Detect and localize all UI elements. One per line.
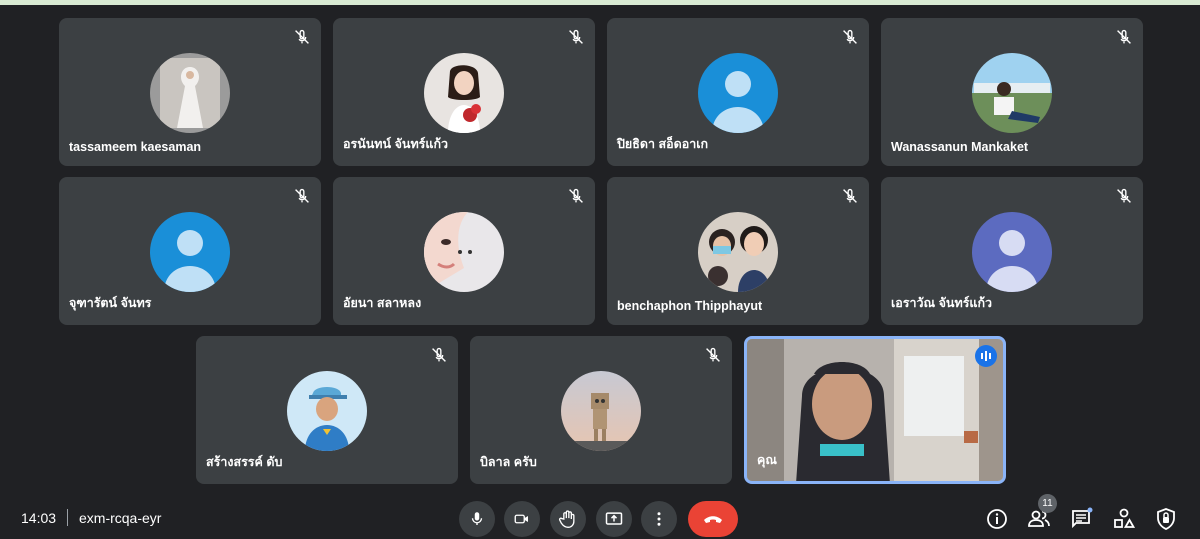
participant-tile[interactable]: tassameem kaesaman xyxy=(59,18,321,166)
chat-icon[interactable] xyxy=(1069,507,1093,531)
mic-off-icon xyxy=(432,347,446,362)
default-avatar-icon xyxy=(698,53,778,133)
participant-name: สร้างสรรค์ ดับ xyxy=(206,455,283,469)
raise-hand-icon xyxy=(558,510,575,529)
participant-name: เอราวัณ จันทร์แก้ว xyxy=(891,296,993,310)
participant-tile[interactable]: ปิยธิดา สอ็ดอาเก xyxy=(607,18,869,166)
separator xyxy=(67,509,68,526)
present-button[interactable] xyxy=(596,501,632,537)
avatar xyxy=(424,212,504,292)
raise-hand-button[interactable] xyxy=(550,501,586,537)
bottom-toolbar: 14:03 exm-rcqa-eyr 11 xyxy=(0,494,1200,539)
participant-tile[interactable]: อัยนา สลาหลง xyxy=(333,177,595,325)
default-avatar-icon xyxy=(972,212,1052,292)
more-options-button[interactable] xyxy=(641,501,677,537)
mic-off-icon xyxy=(1117,188,1131,203)
leave-call-button[interactable] xyxy=(688,501,738,537)
more-options-icon xyxy=(657,512,661,526)
participant-tile[interactable]: บิลาล ครับ xyxy=(470,336,732,484)
mic-off-icon xyxy=(569,29,583,44)
mic-off-icon xyxy=(569,188,583,203)
participant-tile[interactable]: สร้างสรรค์ ดับ xyxy=(196,336,458,484)
participant-tile[interactable]: เอราวัณ จันทร์แก้ว xyxy=(881,177,1143,325)
host-controls-icon[interactable] xyxy=(1154,507,1178,531)
avatar xyxy=(424,53,504,133)
mic-off-icon xyxy=(1117,29,1131,44)
participant-tile[interactable]: benchaphon Thipphayut xyxy=(607,177,869,325)
participant-name: จุฑารัตน์ จันทร xyxy=(69,296,152,310)
avatar xyxy=(972,53,1052,133)
activities-icon[interactable] xyxy=(1112,507,1136,531)
participant-name: tassameem kaesaman xyxy=(69,140,202,154)
participant-name: ปิยธิดา สอ็ดอาเก xyxy=(617,137,709,151)
mic-off-icon xyxy=(706,347,720,362)
hang-up-icon xyxy=(704,516,722,523)
meeting-clock: 14:03 xyxy=(21,510,57,526)
avatar xyxy=(698,212,778,292)
avatar xyxy=(150,53,230,133)
self-video-feed xyxy=(747,339,1003,481)
participant-tile[interactable]: อรนันทน์ จันทร์แก้ว xyxy=(333,18,595,166)
present-screen-icon xyxy=(605,512,623,525)
default-avatar-icon xyxy=(150,212,230,292)
self-video-tile[interactable]: คุณ xyxy=(744,336,1006,484)
mic-icon xyxy=(471,512,483,525)
participant-count-badge: 11 xyxy=(1038,494,1057,513)
mic-off-icon xyxy=(295,188,309,203)
avatar xyxy=(561,371,641,451)
participant-name: บิลาล ครับ xyxy=(480,455,537,469)
mic-button[interactable] xyxy=(459,501,495,537)
info-icon[interactable] xyxy=(985,507,1009,531)
mic-off-icon xyxy=(843,188,857,203)
mic-off-icon xyxy=(295,29,309,44)
top-accent-line xyxy=(0,0,1200,5)
participant-name-self: คุณ xyxy=(757,453,777,467)
mic-off-icon xyxy=(843,29,857,44)
camera-icon xyxy=(514,514,528,524)
participant-name: benchaphon Thipphayut xyxy=(617,299,763,313)
avatar xyxy=(287,371,367,451)
participant-name: Wanassanun Mankaket xyxy=(891,140,1029,154)
participant-tile[interactable]: Wanassanun Mankaket xyxy=(881,18,1143,166)
speaking-indicator-icon xyxy=(975,345,997,367)
participant-name: อัยนา สลาหลง xyxy=(343,296,422,310)
camera-button[interactable] xyxy=(504,501,540,537)
meeting-code: exm-rcqa-eyr xyxy=(79,510,162,526)
participant-name: อรนันทน์ จันทร์แก้ว xyxy=(343,137,449,151)
participant-tile[interactable]: จุฑารัตน์ จันทร xyxy=(59,177,321,325)
